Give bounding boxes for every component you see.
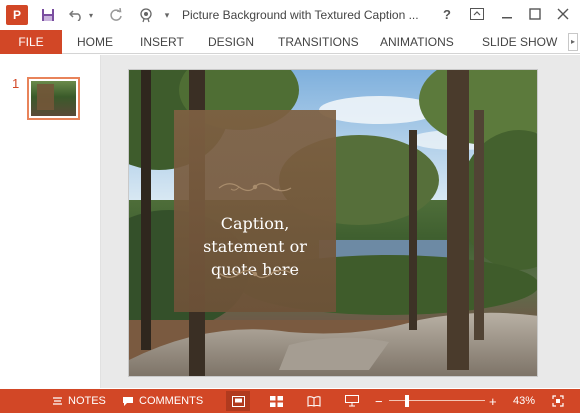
reading-view-button[interactable] xyxy=(302,391,326,411)
tab-animations[interactable]: ANIMATIONS xyxy=(380,30,454,54)
slide-show-button[interactable] xyxy=(340,391,364,411)
powerpoint-logo-icon: P xyxy=(6,5,28,25)
notes-icon xyxy=(53,397,62,405)
zoom-slider-track[interactable] xyxy=(389,400,485,401)
normal-view-icon xyxy=(231,395,245,407)
notes-label: NOTES xyxy=(68,395,106,407)
slide-thumbnail-caption-box xyxy=(37,84,54,110)
bottom-flourish-ornament xyxy=(218,269,292,279)
comment-icon xyxy=(123,396,133,406)
slide-thumbnail[interactable] xyxy=(27,77,80,120)
tab-home[interactable]: HOME xyxy=(77,30,113,54)
title-bar: P ▾ ▾ Picture Background with Textured C… xyxy=(0,0,580,30)
status-bar: NOTES COMMENTS − + 43% xyxy=(0,389,580,413)
save-icon[interactable] xyxy=(38,5,58,25)
caption-line-1: Caption, xyxy=(220,214,290,233)
slide[interactable]: Caption, statement or quote here xyxy=(128,69,538,377)
top-flourish-ornament xyxy=(218,182,292,192)
reading-view-icon xyxy=(307,395,321,407)
help-button[interactable]: ? xyxy=(436,4,458,24)
fit-to-window-icon xyxy=(552,395,564,407)
slide-show-icon xyxy=(345,395,359,407)
undo-dropdown-icon[interactable]: ▾ xyxy=(86,5,96,25)
minimize-icon[interactable] xyxy=(496,4,518,24)
fit-slide-button[interactable] xyxy=(546,391,570,411)
zoom-percent[interactable]: 43% xyxy=(513,389,535,413)
tab-file[interactable]: FILE xyxy=(0,30,62,54)
normal-view-button[interactable] xyxy=(226,391,250,411)
ribbon-tabs: FILE HOME INSERT DESIGN TRANSITIONS ANIM… xyxy=(0,30,580,54)
tab-design[interactable]: DESIGN xyxy=(208,30,254,54)
ribbon-scroll-right-icon[interactable]: ▸ xyxy=(568,33,578,51)
comments-label: COMMENTS xyxy=(139,395,204,407)
comments-button[interactable]: COMMENTS xyxy=(122,389,203,413)
slide-thumbnail-image xyxy=(31,81,76,116)
customize-qat-icon[interactable]: ▾ xyxy=(160,5,174,25)
ribbon-display-icon[interactable] xyxy=(466,4,488,24)
slide-sorter-button[interactable] xyxy=(264,391,288,411)
zoom-slider-thumb[interactable] xyxy=(404,395,409,407)
slide-number: 1 xyxy=(12,76,20,91)
maximize-icon[interactable] xyxy=(524,4,546,24)
tab-slide-show[interactable]: SLIDE SHOW xyxy=(482,30,557,54)
slide-sorter-icon xyxy=(269,395,283,407)
caption-box[interactable]: Caption, statement or quote here xyxy=(174,110,336,312)
tab-insert[interactable]: INSERT xyxy=(140,30,184,54)
present-from-start-icon[interactable] xyxy=(136,5,156,25)
caption-line-2: statement or xyxy=(203,237,307,256)
undo-icon[interactable] xyxy=(66,5,86,25)
zoom-out-button[interactable]: − xyxy=(375,389,383,413)
tab-transitions[interactable]: TRANSITIONS xyxy=(278,30,359,54)
close-icon[interactable] xyxy=(552,4,574,24)
zoom-in-button[interactable]: + xyxy=(489,389,497,413)
notes-button[interactable]: NOTES xyxy=(52,389,106,413)
redo-icon[interactable] xyxy=(106,5,126,25)
document-title: Picture Background with Textured Caption… xyxy=(182,8,419,22)
